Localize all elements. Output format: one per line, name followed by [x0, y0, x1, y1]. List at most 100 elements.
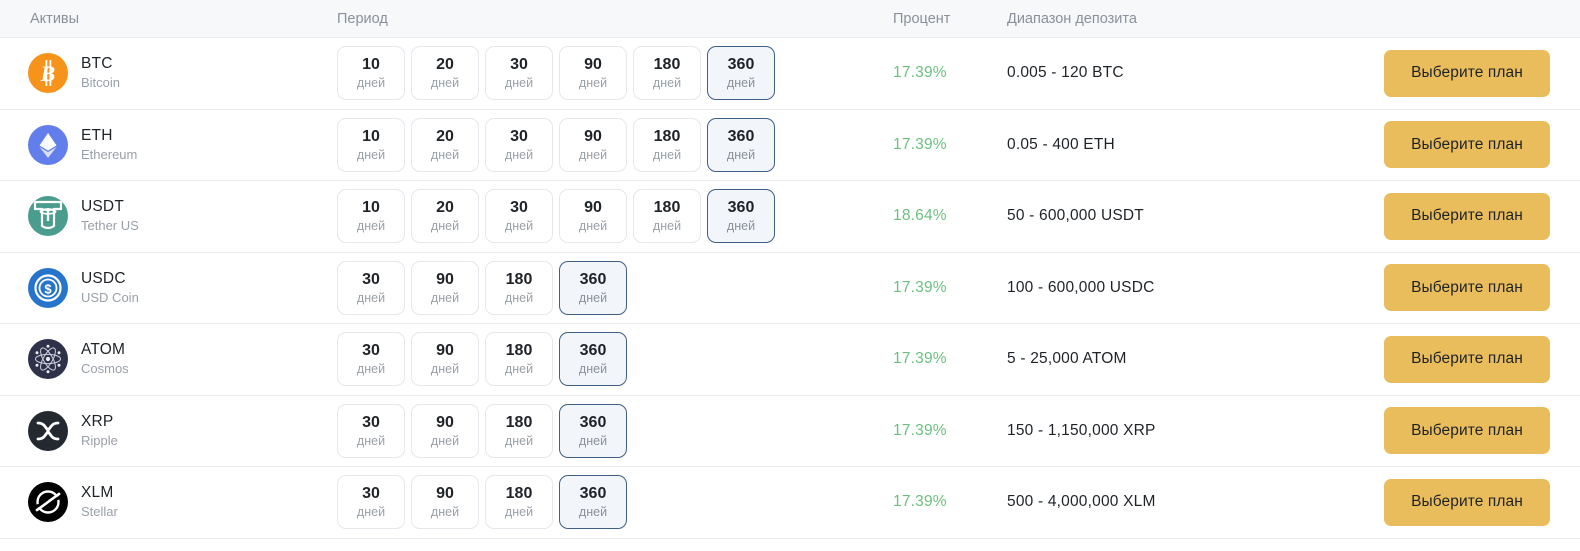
- period-chip-30[interactable]: 30 дней: [337, 260, 405, 315]
- period-chip-360[interactable]: 360 дней: [559, 403, 627, 458]
- asset-symbol: XLM: [81, 484, 114, 502]
- svg-text:$: $: [44, 281, 52, 296]
- period-chip-10[interactable]: 10 дней: [337, 117, 405, 172]
- usdcoin-icon: $: [28, 267, 68, 308]
- period-chip-90[interactable]: 90 дней: [411, 403, 479, 458]
- period-chip-30[interactable]: 30 дней: [485, 189, 553, 244]
- period-chip-360[interactable]: 360 дней: [707, 189, 775, 244]
- period-chip-days: 90: [436, 270, 454, 288]
- asset-cell: ATOM Cosmos: [28, 339, 129, 380]
- period-chip-20[interactable]: 20 дней: [411, 189, 479, 244]
- period-chip-90[interactable]: 90 дней: [411, 475, 479, 530]
- period-chip-days: 10: [362, 127, 380, 145]
- deposit-range: 150 - 1,150,000 XRP: [1007, 421, 1156, 439]
- cosmos-icon: [28, 339, 68, 380]
- ripple-icon: [28, 410, 68, 451]
- period-chip-10[interactable]: 10 дней: [337, 46, 405, 101]
- action-cell: Выберите план: [1384, 192, 1550, 240]
- choose-plan-button[interactable]: Выберите план: [1384, 49, 1550, 97]
- asset-full-name: Tether US: [81, 218, 139, 234]
- period-chip-30[interactable]: 30 дней: [337, 403, 405, 458]
- period-selector: 30 дней 90 дней 180 дней 360 дней: [337, 475, 627, 530]
- column-header-period: Период: [337, 10, 388, 27]
- period-chip-days: 90: [436, 342, 454, 360]
- choose-plan-button[interactable]: Выберите план: [1384, 478, 1550, 526]
- interest-percent: 17.39%: [893, 493, 947, 511]
- tether-icon: [28, 196, 68, 237]
- interest-percent: 17.39%: [893, 278, 947, 296]
- asset-cell: $ USDC USD Coin: [28, 267, 139, 308]
- interest-percent: 18.64%: [893, 207, 947, 225]
- asset-full-name: Cosmos: [81, 361, 129, 377]
- period-chip-360[interactable]: 360 дней: [559, 260, 627, 315]
- period-chip-days: 180: [653, 199, 681, 217]
- table-row: ETH Ethereum 10 дней 20 дней 30 дней 90 дней 180 дн…: [0, 109, 1580, 181]
- period-chip-unit: дней: [356, 433, 386, 448]
- period-chip-unit: дней: [578, 362, 608, 377]
- period-chip-90[interactable]: 90 дней: [559, 46, 627, 101]
- period-chip-unit: дней: [578, 147, 608, 162]
- action-cell: Выберите план: [1384, 407, 1550, 455]
- period-chip-180[interactable]: 180 дней: [485, 260, 553, 315]
- period-chip-360[interactable]: 360 дней: [707, 117, 775, 172]
- period-chip-30[interactable]: 30 дней: [337, 475, 405, 530]
- period-chip-30[interactable]: 30 дней: [485, 117, 553, 172]
- choose-plan-button[interactable]: Выберите план: [1384, 264, 1550, 312]
- period-chip-360[interactable]: 360 дней: [559, 475, 627, 530]
- deposit-range: 0.005 - 120 BTC: [1007, 64, 1124, 82]
- action-cell: Выберите план: [1384, 478, 1550, 526]
- period-chip-90[interactable]: 90 дней: [559, 117, 627, 172]
- period-chip-360[interactable]: 360 дней: [559, 332, 627, 387]
- period-chip-10[interactable]: 10 дней: [337, 189, 405, 244]
- period-chip-180[interactable]: 180 дней: [633, 46, 701, 101]
- period-chip-days: 30: [362, 270, 380, 288]
- period-chip-180[interactable]: 180 дней: [633, 117, 701, 172]
- period-chip-unit: дней: [356, 362, 386, 377]
- choose-plan-button[interactable]: Выберите план: [1384, 192, 1550, 240]
- period-chip-unit: дней: [578, 219, 608, 234]
- period-chip-unit: дней: [504, 505, 534, 520]
- period-chip-360[interactable]: 360 дней: [707, 46, 775, 101]
- period-chip-days: 30: [362, 342, 380, 360]
- period-chip-90[interactable]: 90 дней: [559, 189, 627, 244]
- choose-plan-button[interactable]: Выберите план: [1384, 407, 1550, 455]
- period-chip-20[interactable]: 20 дней: [411, 46, 479, 101]
- period-chip-180[interactable]: 180 дней: [633, 189, 701, 244]
- period-chip-90[interactable]: 90 дней: [411, 260, 479, 315]
- period-selector: 30 дней 90 дней 180 дней 360 дней: [337, 260, 627, 315]
- period-chip-days: 360: [727, 56, 755, 74]
- choose-plan-button[interactable]: Выберите план: [1384, 335, 1550, 383]
- period-chip-90[interactable]: 90 дней: [411, 332, 479, 387]
- table-row: $ USDC USD Coin 30 дней 90 дней 180 дней 360 дней 1…: [0, 252, 1580, 324]
- period-chip-unit: дней: [578, 505, 608, 520]
- table-row: B BTC Bitcoin 10 дней 20 дней 30 дней 90 дней 180 дн…: [0, 38, 1580, 110]
- period-chip-days: 20: [436, 56, 454, 74]
- action-cell: Выберите план: [1384, 264, 1550, 312]
- period-chip-days: 180: [653, 127, 681, 145]
- period-chip-days: 30: [510, 199, 528, 217]
- period-chip-20[interactable]: 20 дней: [411, 117, 479, 172]
- period-chip-unit: дней: [504, 290, 534, 305]
- period-chip-180[interactable]: 180 дней: [485, 332, 553, 387]
- period-chip-unit: дней: [726, 219, 756, 234]
- period-chip-unit: дней: [356, 147, 386, 162]
- period-chip-days: 90: [584, 199, 602, 217]
- period-selector: 10 дней 20 дней 30 дней 90 дней 180 дней 360 дней: [337, 189, 775, 244]
- period-chip-180[interactable]: 180 дней: [485, 403, 553, 458]
- deposit-range: 5 - 25,000 ATOM: [1007, 350, 1127, 368]
- interest-percent: 17.39%: [893, 64, 947, 82]
- period-chip-180[interactable]: 180 дней: [485, 475, 553, 530]
- staking-plans-table: Активы Период Процент Диапазон депозита …: [0, 0, 1580, 551]
- period-chip-days: 360: [579, 413, 607, 431]
- period-chip-days: 20: [436, 199, 454, 217]
- action-cell: Выберите план: [1384, 121, 1550, 169]
- period-chip-days: 10: [362, 199, 380, 217]
- action-cell: Выберите план: [1384, 49, 1550, 97]
- asset-symbol: ATOM: [81, 341, 126, 359]
- asset-cell: ETH Ethereum: [28, 124, 137, 165]
- period-chip-days: 360: [579, 485, 607, 503]
- stellar-icon: [28, 482, 68, 523]
- period-chip-30[interactable]: 30 дней: [485, 46, 553, 101]
- period-chip-30[interactable]: 30 дней: [337, 332, 405, 387]
- choose-plan-button[interactable]: Выберите план: [1384, 121, 1550, 169]
